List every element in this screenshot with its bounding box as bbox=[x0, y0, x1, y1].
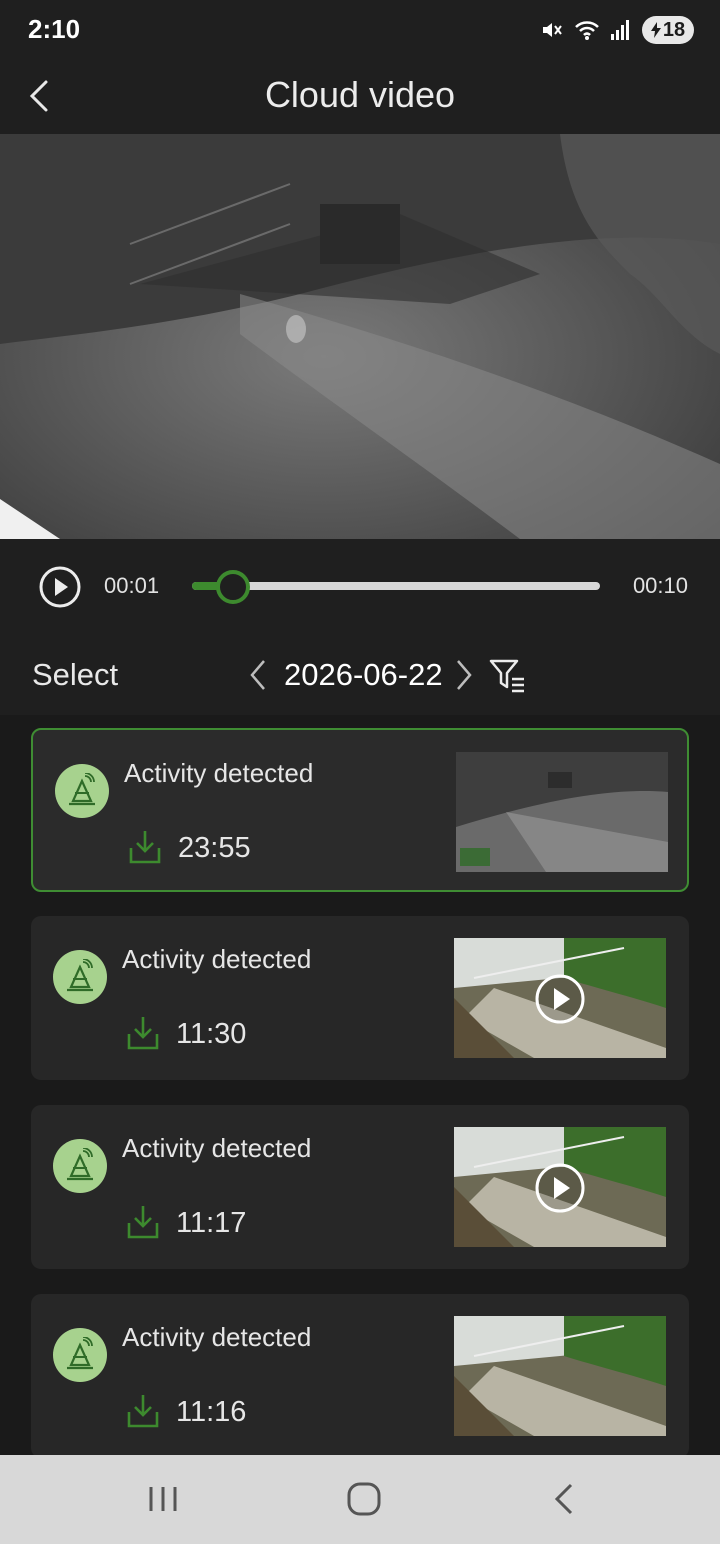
page-title: Cloud video bbox=[264, 74, 456, 115]
video-player-view[interactable] bbox=[0, 134, 720, 539]
event-card[interactable]: Activity detected 11:16 bbox=[31, 1294, 689, 1458]
app-bar: Cloud video bbox=[0, 60, 720, 134]
back-icon[interactable] bbox=[543, 1479, 587, 1519]
status-bar: 2:10 18 bbox=[0, 0, 720, 60]
event-thumbnail[interactable] bbox=[454, 938, 666, 1058]
motion-event-icon bbox=[53, 1139, 107, 1193]
filter-list-icon[interactable] bbox=[488, 655, 528, 695]
next-date-icon[interactable] bbox=[452, 657, 476, 693]
prev-date-icon[interactable] bbox=[246, 657, 270, 693]
event-time: 11:17 bbox=[176, 1207, 247, 1239]
event-thumbnail[interactable] bbox=[454, 1316, 666, 1436]
event-thumbnail[interactable] bbox=[454, 1127, 666, 1247]
event-thumbnail[interactable] bbox=[456, 752, 668, 872]
status-icons: 18 bbox=[540, 16, 694, 44]
event-card[interactable]: Activity detected 23:55 bbox=[31, 728, 689, 892]
playback-controls: 00:01 00:10 bbox=[0, 539, 720, 633]
play-overlay-icon[interactable] bbox=[534, 973, 586, 1025]
event-time: 11:16 bbox=[176, 1396, 247, 1428]
download-icon[interactable] bbox=[127, 828, 163, 866]
mute-icon bbox=[543, 23, 562, 37]
system-nav-bar bbox=[0, 1455, 720, 1544]
status-time: 2:10 bbox=[28, 14, 81, 44]
event-time: 23:55 bbox=[178, 832, 251, 864]
event-list: Activity detected 23:55 Activity detected 1… bbox=[0, 715, 720, 1458]
battery-level: 18 bbox=[662, 18, 686, 41]
download-icon[interactable] bbox=[125, 1392, 161, 1430]
video-frame bbox=[0, 134, 720, 539]
event-title: Activity detected bbox=[124, 758, 314, 788]
event-title: Activity detected bbox=[122, 1133, 312, 1163]
download-icon[interactable] bbox=[125, 1014, 161, 1052]
current-time: 00:01 bbox=[104, 573, 160, 598]
battery-charging-icon: 18 bbox=[642, 16, 694, 44]
play-overlay-icon[interactable] bbox=[534, 1162, 586, 1214]
select-button[interactable]: Select bbox=[32, 657, 118, 693]
home-icon[interactable] bbox=[342, 1479, 386, 1519]
download-icon[interactable] bbox=[125, 1203, 161, 1241]
motion-event-icon bbox=[55, 764, 109, 818]
signal-icon bbox=[611, 20, 629, 40]
motion-event-icon bbox=[53, 950, 107, 1004]
date-label[interactable]: 2026-06-22 bbox=[284, 657, 443, 693]
date-filter-bar: Select 2026-06-22 bbox=[0, 633, 720, 715]
progress-thumb[interactable] bbox=[215, 570, 250, 604]
motion-event-icon bbox=[53, 1328, 107, 1382]
event-time: 11:30 bbox=[176, 1018, 247, 1050]
event-title: Activity detected bbox=[122, 944, 312, 974]
event-card[interactable]: Activity detected 11:17 bbox=[31, 1105, 689, 1269]
progress-slider[interactable] bbox=[192, 570, 600, 604]
recent-apps-icon[interactable] bbox=[141, 1479, 185, 1519]
event-card[interactable]: Activity detected 11:30 bbox=[31, 916, 689, 1080]
play-circle-icon[interactable] bbox=[38, 565, 82, 609]
total-time: 00:10 bbox=[632, 573, 688, 598]
wifi-icon bbox=[575, 21, 599, 40]
event-title: Activity detected bbox=[122, 1322, 312, 1352]
